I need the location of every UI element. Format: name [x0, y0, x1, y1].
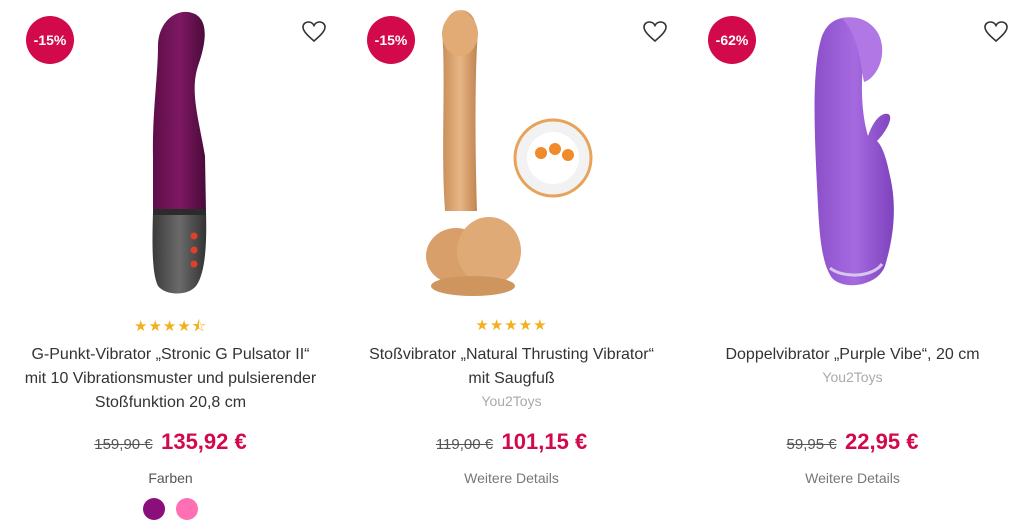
details-link[interactable]: Weitere Details — [682, 470, 1023, 486]
current-price: 135,92 € — [161, 429, 247, 454]
swatch-pink[interactable] — [175, 498, 198, 520]
product-title[interactable]: Stoßvibrator „Natural Thrusting Vibrator… — [361, 343, 662, 391]
product-title[interactable]: G-Punkt-Vibrator „Stronic G Pulsator II“… — [20, 343, 321, 415]
current-price: 22,95 € — [845, 429, 919, 454]
product-title[interactable]: Doppelvibrator „Purple Vibe“, 20 cm — [702, 343, 1003, 367]
price-block: 159,90 € 135,92 € — [0, 429, 341, 455]
brand-label[interactable]: You2Toys — [341, 393, 682, 409]
current-price: 101,15 € — [501, 429, 588, 454]
discount-badge: -62% — [708, 16, 756, 64]
product-card[interactable]: -15% ★★★★★ Stoßvibrator „Natural Thrusti… — [341, 0, 682, 528]
brand-label[interactable]: You2Toys — [682, 369, 1023, 385]
old-price: 159,90 € — [94, 436, 153, 453]
product-grid: -15% ★★★★⯪ G-Punkt-Vibrator „Stronic G P… — [0, 0, 1024, 528]
old-price: 119,00 € — [435, 436, 494, 453]
old-price: 59,95 € — [786, 436, 837, 453]
rating-stars: ★★★★⯪ — [134, 318, 207, 335]
details-link[interactable]: Weitere Details — [341, 470, 682, 486]
heart-icon[interactable] — [301, 20, 327, 44]
color-swatches — [0, 498, 341, 525]
product-card[interactable]: -15% ★★★★⯪ G-Punkt-Vibrator „Stronic G P… — [0, 0, 341, 528]
heart-icon[interactable] — [642, 20, 668, 44]
product-card[interactable]: -62% Doppelvibrator „Purple Vibe“, 20 cm… — [682, 0, 1023, 528]
swatch-purple[interactable] — [143, 498, 166, 520]
price-block: 59,95 € 22,95 € — [682, 429, 1023, 455]
price-block: 119,00 € 101,15 € — [341, 429, 682, 455]
rating-stars: ★★★★★ — [475, 317, 548, 334]
discount-badge: -15% — [26, 16, 74, 64]
discount-badge: -15% — [367, 16, 415, 64]
heart-icon[interactable] — [983, 20, 1009, 44]
colors-label: Farben — [148, 470, 193, 486]
